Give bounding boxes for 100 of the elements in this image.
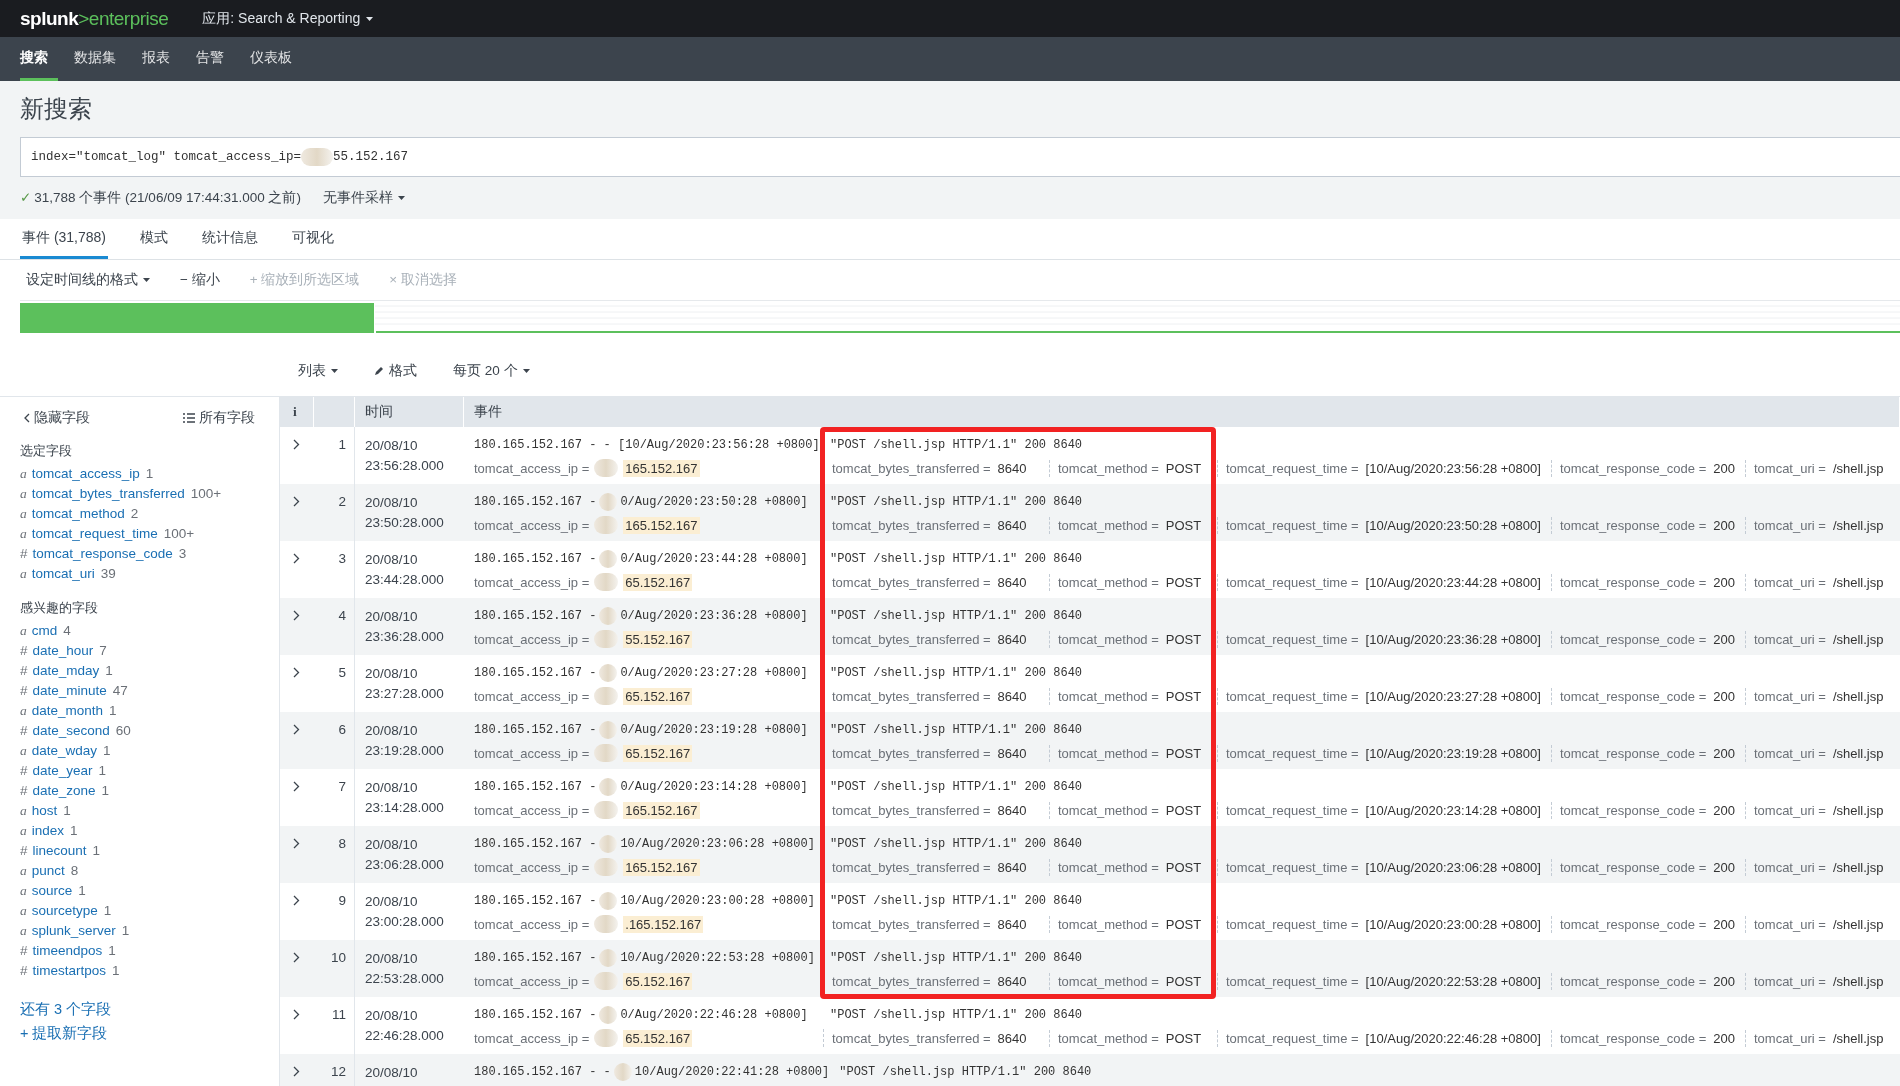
list-dropdown[interactable]: 列表: [298, 362, 338, 380]
field-value[interactable]: 200: [1711, 516, 1737, 534]
app-menu[interactable]: 应用: Search & Reporting: [202, 9, 374, 28]
field-value[interactable]: 65.152.167: [623, 744, 693, 762]
field-item[interactable]: # date_minute 47: [20, 681, 279, 701]
list-dropdown[interactable]: 每页 20 个: [453, 362, 530, 380]
results-tab[interactable]: 事件 (31,788): [20, 219, 109, 259]
timeline-button[interactable]: − 缩小: [180, 271, 220, 289]
chevron-right-icon[interactable]: [293, 553, 300, 564]
field-value[interactable]: /shell.jsp: [1830, 459, 1886, 477]
field-value[interactable]: /shell.jsp: [1830, 972, 1886, 990]
field-value[interactable]: [10/Aug/2020:23:44:28 +0800]: [1363, 573, 1543, 591]
all-fields-link[interactable]: 所有字段: [183, 409, 255, 427]
field-value[interactable]: /shell.jsp: [1830, 1029, 1886, 1047]
field-value[interactable]: POST: [1163, 972, 1204, 990]
field-value[interactable]: /shell.jsp: [1830, 630, 1886, 648]
field-value[interactable]: 8640: [995, 1029, 1029, 1047]
field-value[interactable]: 200: [1711, 630, 1737, 648]
field-item[interactable]: a source 1: [20, 881, 279, 901]
field-value[interactable]: 65.152.167: [623, 573, 693, 591]
field-value[interactable]: [10/Aug/2020:22:53:28 +0800]: [1363, 972, 1543, 990]
field-value[interactable]: POST: [1163, 1029, 1204, 1047]
field-value[interactable]: 200: [1711, 687, 1737, 705]
field-item[interactable]: a tomcat_access_ip 1: [20, 464, 279, 484]
extract-fields-link[interactable]: + 提取新字段: [20, 1021, 279, 1045]
field-item[interactable]: # timeendpos 1: [20, 941, 279, 961]
format-button[interactable]: 格式: [374, 362, 417, 380]
search-field[interactable]: index="tomcat_log" tomcat_access_ip= 55.152.167: [20, 137, 1900, 177]
field-value[interactable]: POST: [1163, 858, 1204, 876]
field-value[interactable]: 200: [1711, 858, 1737, 876]
nav-tab[interactable]: 数据集: [64, 37, 126, 81]
field-value[interactable]: POST: [1163, 516, 1204, 534]
sampling-dropdown[interactable]: 无事件采样: [323, 189, 405, 207]
field-value[interactable]: 65.152.167: [623, 972, 693, 990]
field-value[interactable]: 8640: [995, 744, 1029, 762]
field-value[interactable]: /shell.jsp: [1830, 687, 1886, 705]
field-value[interactable]: 165.152.167: [623, 858, 700, 876]
field-value[interactable]: 200: [1711, 459, 1737, 477]
nav-tab[interactable]: 告警: [186, 37, 234, 81]
field-value[interactable]: 200: [1711, 744, 1737, 762]
field-value[interactable]: POST: [1163, 687, 1204, 705]
field-value[interactable]: 8640: [995, 801, 1029, 819]
product-logo[interactable]: splunk>enterprise: [20, 7, 169, 30]
field-item[interactable]: a host 1: [20, 801, 279, 821]
field-value[interactable]: 200: [1711, 915, 1737, 933]
field-item[interactable]: a tomcat_method 2: [20, 504, 279, 524]
field-item[interactable]: # date_zone 1: [20, 781, 279, 801]
field-value[interactable]: 200: [1711, 972, 1737, 990]
field-value[interactable]: 65.152.167: [623, 687, 693, 705]
chevron-right-icon[interactable]: [293, 667, 300, 678]
field-value[interactable]: POST: [1163, 744, 1204, 762]
results-tab[interactable]: 统计信息: [200, 219, 261, 259]
field-value[interactable]: POST: [1163, 459, 1204, 477]
field-value[interactable]: 8640: [995, 459, 1029, 477]
field-value[interactable]: [10/Aug/2020:22:46:28 +0800]: [1363, 1029, 1543, 1047]
chevron-right-icon[interactable]: [293, 838, 300, 849]
field-value[interactable]: 8640: [995, 915, 1029, 933]
field-item[interactable]: a splunk_server 1: [20, 921, 279, 941]
chevron-right-icon[interactable]: [293, 895, 300, 906]
field-item[interactable]: a sourcetype 1: [20, 901, 279, 921]
field-value[interactable]: /shell.jsp: [1830, 801, 1886, 819]
chevron-right-icon[interactable]: [293, 496, 300, 507]
field-item[interactable]: # tomcat_response_code 3: [20, 544, 279, 564]
field-value[interactable]: POST: [1163, 801, 1204, 819]
chevron-right-icon[interactable]: [293, 1009, 300, 1020]
field-value[interactable]: 200: [1711, 801, 1737, 819]
field-value[interactable]: [10/Aug/2020:23:36:28 +0800]: [1363, 630, 1543, 648]
chevron-right-icon[interactable]: [293, 439, 300, 450]
field-item[interactable]: a tomcat_uri 39: [20, 564, 279, 584]
hide-fields-link[interactable]: 隐藏字段: [24, 409, 90, 427]
field-value[interactable]: 8640: [995, 573, 1029, 591]
field-value[interactable]: [10/Aug/2020:23:50:28 +0800]: [1363, 516, 1543, 534]
field-value[interactable]: /shell.jsp: [1830, 915, 1886, 933]
field-item[interactable]: # timestartpos 1: [20, 961, 279, 981]
field-value[interactable]: [10/Aug/2020:23:56:28 +0800]: [1363, 459, 1543, 477]
field-item[interactable]: # date_second 60: [20, 721, 279, 741]
field-value[interactable]: 8640: [995, 972, 1029, 990]
results-tab[interactable]: 模式: [138, 219, 171, 259]
field-value[interactable]: .165.152.167: [623, 915, 704, 933]
field-value[interactable]: 165.152.167: [623, 801, 700, 819]
field-value[interactable]: /shell.jsp: [1830, 516, 1886, 534]
chevron-right-icon[interactable]: [293, 952, 300, 963]
field-item[interactable]: # date_year 1: [20, 761, 279, 781]
field-value[interactable]: POST: [1163, 915, 1204, 933]
field-value[interactable]: 8640: [995, 630, 1029, 648]
field-item[interactable]: a date_wday 1: [20, 741, 279, 761]
nav-tab[interactable]: 仪表板: [240, 37, 302, 81]
field-value[interactable]: [10/Aug/2020:23:00:28 +0800]: [1363, 915, 1543, 933]
field-value[interactable]: 200: [1711, 573, 1737, 591]
timeline-button[interactable]: 设定时间线的格式: [26, 271, 150, 289]
field-value[interactable]: 165.152.167: [623, 459, 700, 477]
field-value[interactable]: 65.152.167: [623, 1029, 693, 1047]
chevron-right-icon[interactable]: [293, 610, 300, 621]
field-value[interactable]: /shell.jsp: [1830, 744, 1886, 762]
chevron-right-icon[interactable]: [293, 1066, 300, 1077]
chevron-right-icon[interactable]: [293, 724, 300, 735]
field-item[interactable]: # linecount 1: [20, 841, 279, 861]
field-item[interactable]: a tomcat_bytes_transferred 100+: [20, 484, 279, 504]
field-item[interactable]: # date_mday 1: [20, 661, 279, 681]
field-item[interactable]: a date_month 1: [20, 701, 279, 721]
